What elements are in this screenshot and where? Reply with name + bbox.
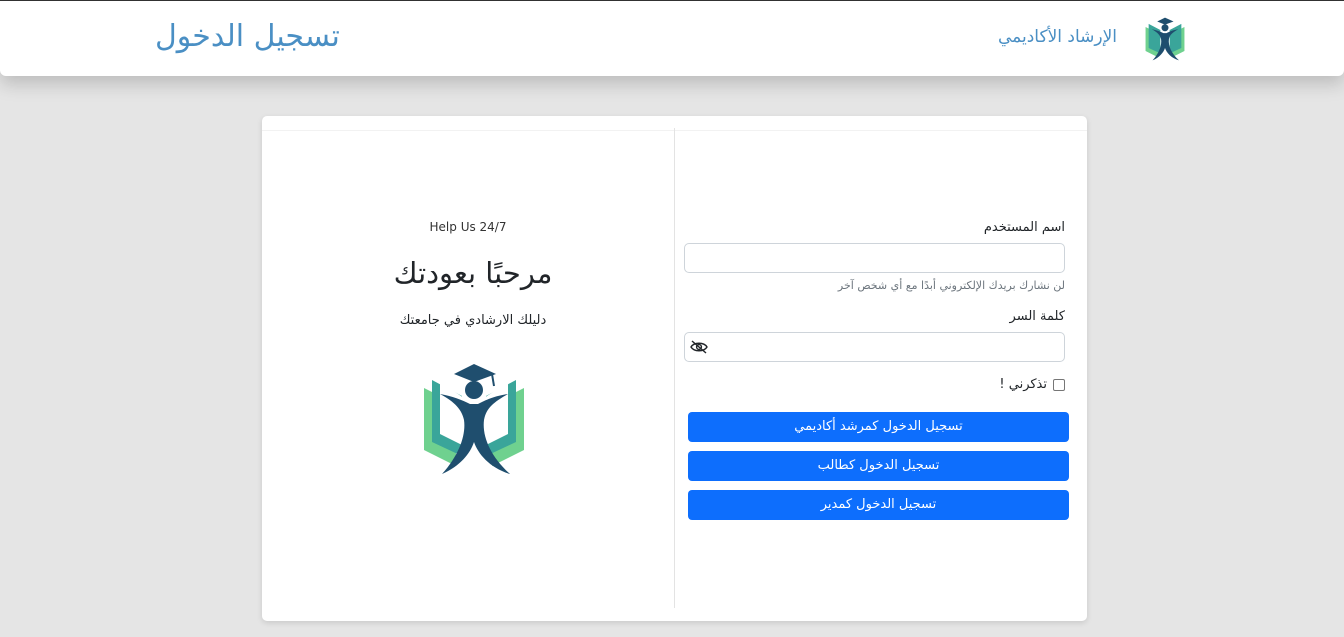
username-hint: لن نشارك بريدك الإلكتروني أبدًا مع أي شخ… <box>837 279 1065 292</box>
login-advisor-button[interactable]: تسجيل الدخول كمرشد أكاديمي <box>688 412 1069 442</box>
login-admin-button[interactable]: تسجيل الدخول كمدير <box>688 490 1069 520</box>
remember-me-checkbox[interactable] <box>1053 379 1065 391</box>
remember-me-label: تذكرني ! <box>999 377 1047 392</box>
tagline: دليلك الارشادي في جامعتك <box>399 313 547 328</box>
navbar: تسجيل الدخول الإرشاد الأكاديمي <box>0 1 1344 76</box>
panel-divider <box>674 128 675 608</box>
username-input[interactable] <box>684 243 1065 273</box>
brand[interactable]: الإرشاد الأكاديمي <box>998 15 1188 65</box>
login-student-button[interactable]: تسجيل الدخول كطالب <box>688 451 1069 481</box>
eye-slash-icon[interactable] <box>690 340 708 354</box>
welcome-heading: مرحبًا بعودتك <box>393 256 553 290</box>
help-text: Help Us 24/7 <box>429 220 507 234</box>
academic-advisor-logo-icon <box>424 364 524 474</box>
password-input[interactable] <box>684 332 1065 362</box>
brand-logo-icon <box>1145 17 1185 61</box>
login-card: Help Us 24/7 مرحبًا بعودتك دليلك الارشاد… <box>262 116 1087 621</box>
page-title: تسجيل الدخول <box>155 19 340 54</box>
brand-name: الإرشاد الأكاديمي <box>998 27 1118 47</box>
username-label: اسم المستخدم <box>983 220 1065 235</box>
password-label: كلمة السر <box>1009 309 1065 324</box>
